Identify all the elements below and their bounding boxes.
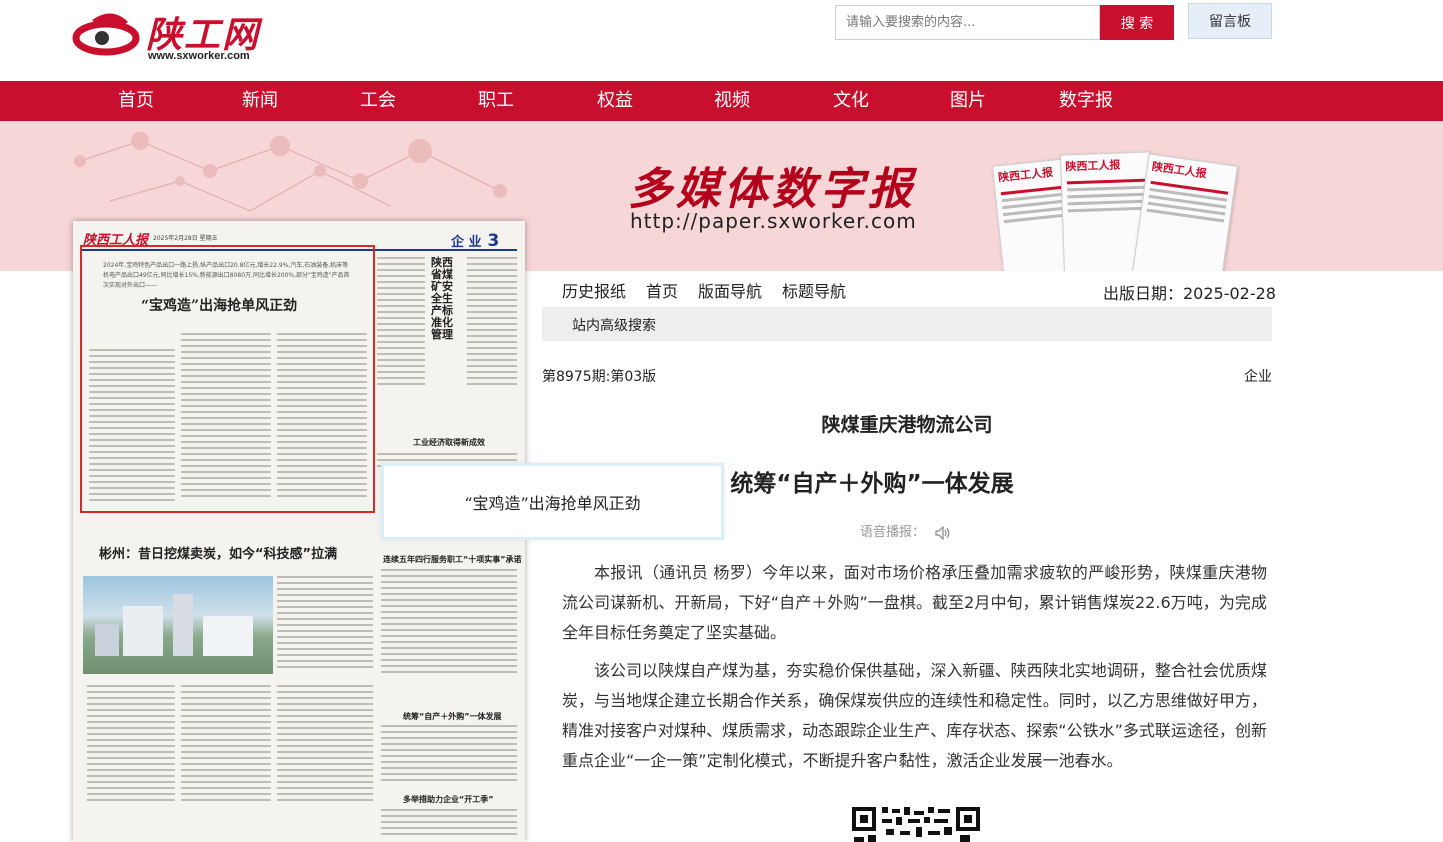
nav-item-video[interactable]: 视频 xyxy=(714,81,750,121)
paper-text-column xyxy=(467,257,517,389)
paper-text-column xyxy=(377,257,425,389)
search-input[interactable] xyxy=(835,5,1100,40)
paper-vertical-title: 陕西省煤矿安全生产标准化管理 xyxy=(431,256,453,341)
nav-title-navigation[interactable]: 标题导航 xyxy=(782,278,846,302)
paper-subhead: 连续五年四行服务职工“十项实事”承诺 xyxy=(383,555,522,564)
paper-text-column xyxy=(381,725,517,785)
site-logo[interactable]: 陕工网 www.sxworker.com xyxy=(72,6,262,64)
article-pre-title: 陕煤重庆港物流公司 xyxy=(821,414,993,436)
site-header: 陕工网 www.sxworker.com 搜 索 留言板 xyxy=(0,0,1443,81)
logo-mark-icon xyxy=(72,13,140,56)
paper-date: 2025年2月28日 星期五 xyxy=(153,235,218,242)
paper-section-label: 企 业3 xyxy=(451,231,500,251)
nav-history-papers[interactable]: 历史报纸 xyxy=(562,278,626,302)
nav-item-home[interactable]: 首页 xyxy=(118,81,154,121)
advanced-search-bar: 站内高级搜索 xyxy=(542,307,1272,341)
banner-paper-stack: 陕西工人报 陕西工人报 陕西工人报 xyxy=(990,149,1250,271)
paper-big-headline: 彬州：昔日挖煤卖炭，如今“科技感”拉满 xyxy=(99,547,338,562)
main-nav: 首页 新闻 工会 职工 权益 视频 文化 图片 数字报 xyxy=(0,81,1443,121)
paper-subhead: 多举措助力企业“开工季” xyxy=(403,795,494,804)
nav-item-culture[interactable]: 文化 xyxy=(833,81,869,121)
paper-subhead: 工业经济取得新成效 xyxy=(413,438,485,447)
nav-item-union[interactable]: 工会 xyxy=(360,81,396,121)
nav-page-navigation[interactable]: 版面导航 xyxy=(698,278,762,302)
search-button[interactable]: 搜 索 xyxy=(1100,5,1174,40)
article-paragraph: 本报讯（通讯员 杨罗）今年以来，面对市场价格承压叠加需求疲软的严峻形势，陕煤重庆… xyxy=(562,563,1267,642)
publication-date: 出版日期：2025-02-28 xyxy=(1103,284,1276,303)
nav-item-rights[interactable]: 权益 xyxy=(597,81,633,121)
paper-photo xyxy=(83,576,273,674)
nav-item-pictures[interactable]: 图片 xyxy=(950,81,986,121)
issue-number: 第8975期:第03版 xyxy=(542,369,657,385)
nav-item-news[interactable]: 新闻 xyxy=(242,81,278,121)
logo-url: www.sxworker.com xyxy=(148,50,250,62)
banner-network-graphic xyxy=(74,132,507,212)
speaker-icon[interactable] xyxy=(935,525,951,540)
article-section: 企业 xyxy=(1244,369,1272,385)
nav-item-workers[interactable]: 职工 xyxy=(478,81,514,121)
message-board-button[interactable]: 留言板 xyxy=(1188,3,1272,39)
voice-broadcast[interactable]: 语音播报： xyxy=(860,521,951,540)
article-title: 统筹“自产＋外购”一体发展 xyxy=(730,471,1014,497)
paper-text-column xyxy=(87,685,175,805)
paper-text-column xyxy=(381,569,517,677)
paper-text-column xyxy=(181,685,271,805)
voice-broadcast-label: 语音播报： xyxy=(860,525,926,540)
qr-code-icon xyxy=(852,807,980,842)
banner-title: 多媒体数字报 xyxy=(628,164,916,215)
paper-text-column xyxy=(277,576,373,672)
article-body: 本报讯（通讯员 杨罗）今年以来，面对市场价格承压叠加需求疲软的严峻形势，陕煤重庆… xyxy=(562,558,1267,784)
advanced-search-link[interactable]: 站内高级搜索 xyxy=(572,315,656,335)
paper-text-column xyxy=(381,809,517,839)
nav-paper-home[interactable]: 首页 xyxy=(646,278,678,302)
headline-highlight-box[interactable] xyxy=(80,245,375,513)
nav-item-digital-paper[interactable]: 数字报 xyxy=(1059,81,1113,121)
paper-subhead: 统筹“自产＋外购”一体发展 xyxy=(403,712,502,721)
article-paragraph: 该公司以陕煤自产煤为基，夯实稳价保供基础，深入新疆、陕西陕北实地调研，整合社会优… xyxy=(562,661,1267,770)
mini-newspaper: 陕西工人报 xyxy=(1132,153,1238,271)
banner-url: http://paper.sxworker.com xyxy=(630,209,917,233)
paper-text-column xyxy=(277,685,373,805)
